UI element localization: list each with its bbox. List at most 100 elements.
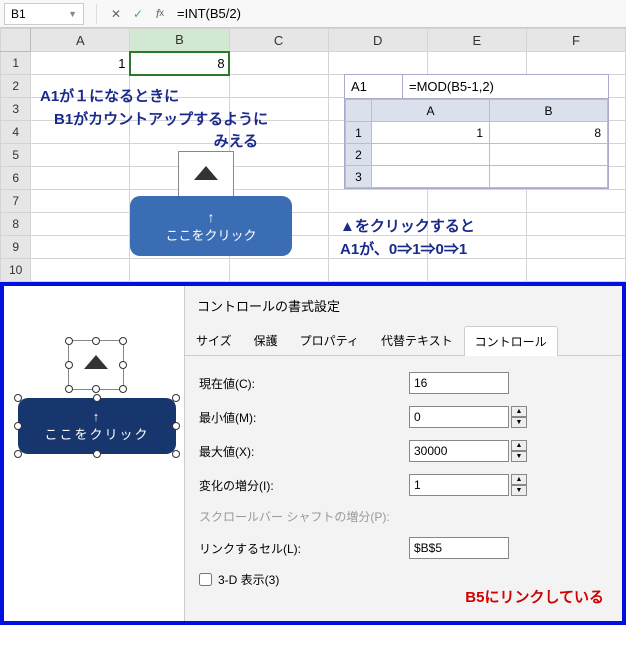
select-all-corner[interactable] (1, 29, 31, 52)
row-header[interactable]: 2 (1, 75, 31, 98)
row-header[interactable]: 5 (1, 144, 31, 167)
row-header[interactable]: 4 (1, 121, 31, 144)
cell[interactable] (328, 52, 427, 75)
row-header[interactable]: 1 (1, 52, 31, 75)
mini-cell[interactable]: 8 (490, 122, 608, 144)
cell[interactable] (31, 236, 130, 259)
selected-callout[interactable]: ↑ ここをクリック (18, 398, 176, 454)
spin-button-control[interactable] (178, 151, 234, 201)
cell[interactable] (229, 52, 328, 75)
mini-cell[interactable] (372, 166, 490, 188)
row-header[interactable]: 9 (1, 236, 31, 259)
cell[interactable] (31, 190, 130, 213)
row-header[interactable]: 6 (1, 167, 31, 190)
cell[interactable] (130, 259, 229, 282)
tab-alttext[interactable]: 代替テキスト (370, 325, 464, 355)
mini-corner[interactable] (346, 100, 372, 122)
threed-checkbox[interactable] (199, 573, 212, 586)
mini-col-A[interactable]: A (372, 100, 490, 122)
tab-size[interactable]: サイズ (185, 325, 243, 355)
current-value-input[interactable] (409, 372, 509, 394)
cell[interactable] (229, 144, 328, 167)
cell[interactable] (31, 75, 130, 98)
cell[interactable] (526, 52, 625, 75)
cell[interactable] (328, 236, 427, 259)
cell[interactable] (427, 190, 526, 213)
resize-handle[interactable] (93, 394, 101, 402)
cell[interactable] (328, 190, 427, 213)
mini-col-B[interactable]: B (490, 100, 608, 122)
spin-down-icon[interactable]: ▼ (511, 485, 527, 496)
step-input[interactable] (409, 474, 509, 496)
col-header-C[interactable]: C (229, 29, 328, 52)
name-box[interactable]: B1 ▼ (4, 3, 84, 25)
cell[interactable] (31, 213, 130, 236)
fx-icon[interactable]: fx (149, 3, 171, 25)
mini-cell[interactable] (490, 166, 608, 188)
col-header-A[interactable]: A (31, 29, 130, 52)
mini-cell[interactable]: 1 (372, 122, 490, 144)
cell[interactable] (328, 213, 427, 236)
mini-cell[interactable] (372, 144, 490, 166)
row-header[interactable]: 10 (1, 259, 31, 282)
resize-handle[interactable] (172, 422, 180, 430)
cell[interactable] (130, 75, 229, 98)
cell[interactable] (130, 98, 229, 121)
cell[interactable] (229, 259, 328, 282)
cell[interactable] (31, 144, 130, 167)
resize-handle[interactable] (14, 450, 22, 458)
spin-up-icon[interactable]: ▲ (511, 474, 527, 485)
row-header[interactable]: 3 (1, 98, 31, 121)
cancel-icon[interactable]: ✕ (105, 3, 127, 25)
selected-spin-button[interactable] (68, 340, 124, 390)
chevron-down-icon[interactable]: ▼ (68, 9, 77, 19)
spin-up-icon[interactable]: ▲ (511, 440, 527, 451)
row-header[interactable]: 8 (1, 213, 31, 236)
resize-handle[interactable] (14, 422, 22, 430)
resize-handle[interactable] (119, 337, 127, 345)
cell[interactable] (526, 190, 625, 213)
cell[interactable] (526, 259, 625, 282)
mini-name-box[interactable]: A1 (345, 75, 403, 98)
col-header-D[interactable]: D (328, 29, 427, 52)
min-value-input[interactable] (409, 406, 509, 428)
link-cell-input[interactable] (409, 537, 509, 559)
resize-handle[interactable] (92, 385, 100, 393)
max-value-input[interactable] (409, 440, 509, 462)
cell[interactable] (427, 259, 526, 282)
formula-input[interactable] (171, 3, 626, 25)
row-header[interactable]: 7 (1, 190, 31, 213)
cell[interactable] (31, 259, 130, 282)
cell[interactable] (526, 236, 625, 259)
resize-handle[interactable] (92, 337, 100, 345)
cell[interactable] (526, 213, 625, 236)
resize-handle[interactable] (65, 337, 73, 345)
spin-up-icon[interactable]: ▲ (511, 406, 527, 417)
resize-handle[interactable] (119, 385, 127, 393)
tab-protect[interactable]: 保護 (243, 325, 289, 355)
cell-B1[interactable]: 8 (130, 52, 229, 75)
col-header-E[interactable]: E (427, 29, 526, 52)
col-header-F[interactable]: F (526, 29, 625, 52)
cell[interactable] (130, 121, 229, 144)
check-icon[interactable]: ✓ (127, 3, 149, 25)
mini-row[interactable]: 1 (346, 122, 372, 144)
cell[interactable] (31, 121, 130, 144)
resize-handle[interactable] (119, 361, 127, 369)
cell[interactable] (427, 236, 526, 259)
resize-handle[interactable] (172, 394, 180, 402)
resize-handle[interactable] (93, 450, 101, 458)
mini-row[interactable]: 2 (346, 144, 372, 166)
mini-row[interactable]: 3 (346, 166, 372, 188)
resize-handle[interactable] (65, 385, 73, 393)
mini-formula-input[interactable]: =MOD(B5-1,2) (403, 75, 608, 98)
tab-property[interactable]: プロパティ (289, 325, 370, 355)
col-header-B[interactable]: B (130, 29, 229, 52)
mini-grid[interactable]: A B 1 1 8 2 3 (345, 99, 608, 188)
cell[interactable] (328, 259, 427, 282)
cell[interactable] (31, 167, 130, 190)
cell[interactable] (229, 98, 328, 121)
tab-control[interactable]: コントロール (464, 326, 558, 356)
cell[interactable] (229, 75, 328, 98)
cell[interactable] (427, 213, 526, 236)
